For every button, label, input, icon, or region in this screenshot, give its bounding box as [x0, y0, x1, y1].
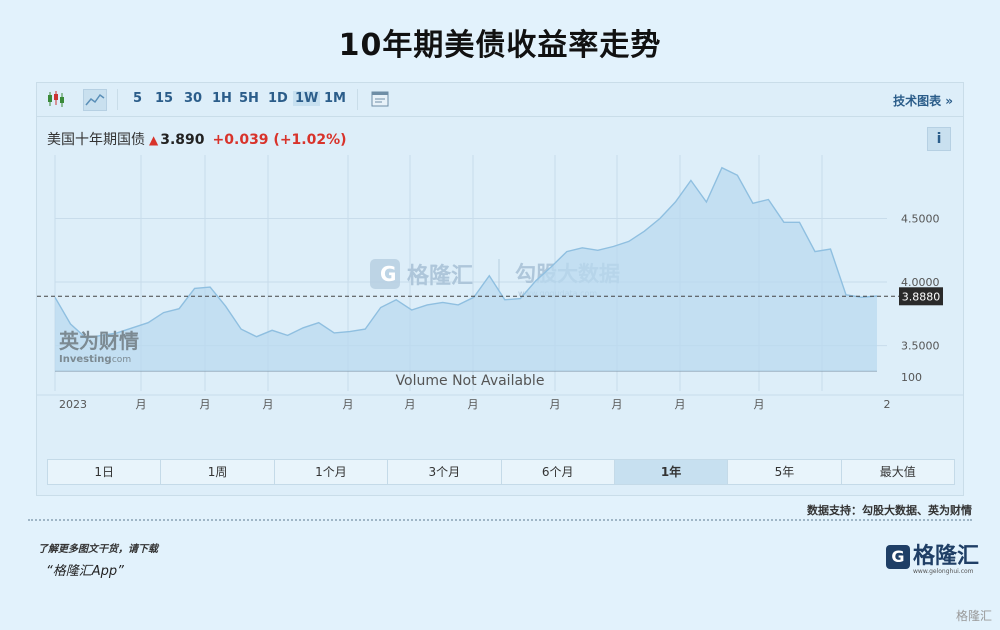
corner-watermark: 格隆汇: [955, 609, 992, 623]
range-selector: 1日 1周 1个月 3个月 6个月 1年 5年 最大值: [47, 459, 955, 485]
chart-toolbar: 5 15 30 1H 5H 1D 1W 1M 技术图表 »: [37, 83, 963, 117]
divider: [28, 519, 972, 521]
investing-cn-watermark: 英为财情: [59, 329, 139, 353]
range-max[interactable]: 最大值: [842, 460, 954, 484]
interval-30[interactable]: 30: [184, 91, 202, 106]
interval-1d[interactable]: 1D: [268, 91, 288, 106]
quote-change: +0.039 (+1.02%): [212, 132, 347, 148]
x-tick-label: 月: [550, 398, 561, 411]
interval-5h[interactable]: 5H: [239, 91, 259, 106]
candlestick-icon[interactable]: [45, 89, 67, 109]
range-6m[interactable]: 6个月: [502, 460, 615, 484]
gelonghui-watermark: 格隆汇: [407, 263, 473, 289]
x-tick-label: 月: [136, 398, 147, 411]
volume-tick-label: 100: [901, 371, 922, 384]
promo-text: 了解更多图文干货，请下载: [38, 544, 158, 555]
info-button[interactable]: i: [927, 127, 951, 151]
x-tick-label: 月: [675, 398, 686, 411]
range-1d[interactable]: 1日: [48, 460, 162, 484]
line-chart-icon[interactable]: [83, 89, 107, 111]
interval-15[interactable]: 15: [155, 91, 173, 106]
x-tick-label: 月: [405, 398, 416, 411]
promo-app-name: “格隆汇App”: [46, 564, 124, 579]
range-1w[interactable]: 1周: [161, 460, 275, 484]
data-source: 数据支持：勾股大数据、英为财情: [807, 504, 972, 517]
quote-price: 3.890: [160, 132, 205, 148]
x-tick-label: 2: [884, 398, 891, 411]
y-tick-label: 3.5000: [901, 340, 940, 353]
x-tick-label: 2023: [59, 398, 87, 411]
investing-en-watermark: Investing: [59, 354, 112, 365]
investing-com-watermark: .com: [109, 355, 131, 365]
calendar-icon[interactable]: [369, 89, 391, 109]
page-title: 10年期美债收益率走势: [338, 28, 662, 63]
x-tick-label: 月: [468, 398, 479, 411]
range-1m[interactable]: 1个月: [275, 460, 389, 484]
interval-5[interactable]: 5: [133, 91, 142, 106]
x-tick-label: 月: [263, 398, 274, 411]
current-value-label: 3.8880: [902, 290, 941, 303]
instrument-name: 美国十年期国债: [47, 132, 145, 148]
x-tick-label: 月: [200, 398, 211, 411]
interval-1m[interactable]: 1M: [324, 91, 346, 106]
up-arrow-icon: ▲: [149, 133, 159, 147]
range-5y[interactable]: 5年: [728, 460, 842, 484]
interval-1w[interactable]: 1W: [293, 91, 321, 106]
tech-chart-link[interactable]: 技术图表 »: [893, 92, 953, 109]
brand-logo: G 格隆汇 www.gelonghui.com: [886, 538, 979, 575]
gelonghui-watermark-icon-letter: G: [380, 262, 396, 286]
y-tick-label: 4.0000: [901, 276, 940, 289]
interval-1h[interactable]: 1H: [212, 91, 232, 106]
y-tick-label: 4.5000: [901, 213, 940, 226]
range-1y[interactable]: 1年: [614, 460, 729, 484]
x-tick-label: 月: [343, 398, 354, 411]
range-3m[interactable]: 3个月: [388, 460, 502, 484]
volume-note: Volume Not Available: [396, 373, 545, 389]
x-tick-label: 月: [612, 398, 623, 411]
gelonghui-logo-icon: G: [886, 545, 910, 569]
x-tick-label: 月: [754, 398, 765, 411]
yield-chart: G格隆汇勾股大数据www.gogudata.com英为财情Investing.c…: [37, 155, 963, 411]
quote-header: 美国十年期国债 ▲ 3.890 +0.039 (+1.02%): [47, 129, 347, 149]
chart-widget: 5 15 30 1H 5H 1D 1W 1M 技术图表 » 美国十年期国债 ▲ 3.…: [36, 82, 964, 496]
